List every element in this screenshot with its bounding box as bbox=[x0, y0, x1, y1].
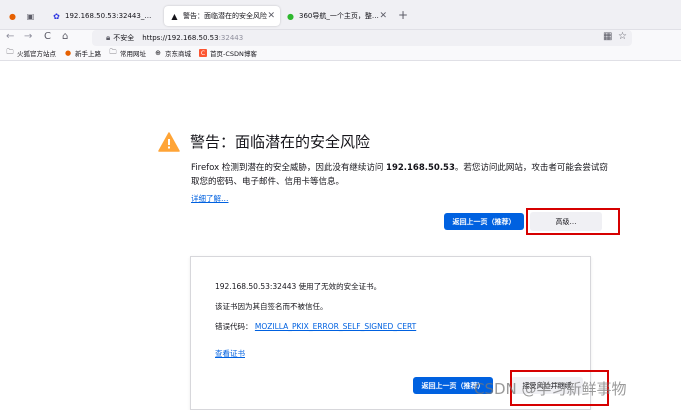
warning-icon: ▲ bbox=[171, 11, 178, 21]
back-button[interactable]: ← bbox=[6, 31, 14, 42]
tab-title: 192.168.50.53:32443_百度搜索 bbox=[65, 12, 158, 20]
error-code-link[interactable]: MOZILLA_PKIX_ERROR_SELF_SIGNED_CERT bbox=[255, 322, 416, 331]
firefox-view-icon: ● bbox=[9, 11, 16, 21]
bookmarks-toolbar: 🗀︎ 火狐官方站点 ● 新手上路 🗀︎ 常用网址 ⊕ 京东商城 C 首页-CSD… bbox=[0, 46, 681, 61]
bookmark-label: 新手上路 bbox=[75, 50, 101, 58]
firefox-icon: ● bbox=[64, 49, 72, 57]
tab-bar: ● ▣ ✿ 192.168.50.53:32443_百度搜索 ▲ 警告：面临潜在… bbox=[0, 0, 681, 30]
baidu-icon: ✿ bbox=[53, 11, 60, 21]
description-text: Firefox 检测到潜在的安全威胁，因此没有继续访问 bbox=[191, 163, 387, 173]
bookmark-item[interactable]: ⊕ 京东商城 bbox=[154, 48, 191, 58]
tab-360-nav[interactable]: ● 360导航_一个主页，整个世界 ✕ bbox=[280, 6, 392, 26]
url-bar[interactable]: 🔒︎ 不安全 https://192.168.50.53:32443 bbox=[92, 30, 632, 46]
csdn-icon: C bbox=[199, 49, 207, 57]
globe-icon: ⊕ bbox=[155, 49, 161, 57]
page-title: 警告：面临潜在的安全风险 bbox=[190, 133, 371, 151]
reload-button[interactable]: C bbox=[44, 31, 51, 42]
qr-code-icon[interactable]: ▦ bbox=[603, 31, 612, 42]
insecure-lock-icon[interactable]: 🔒︎ bbox=[106, 33, 110, 43]
360-icon: ● bbox=[287, 11, 294, 21]
cert-invalid-text: 192.168.50.53:32443 使用了无效的安全证书。 bbox=[215, 282, 382, 291]
bookmark-item[interactable]: 🗀︎ 火狐官方站点 bbox=[6, 47, 57, 59]
url-host: https://192.168.50.53 bbox=[142, 34, 219, 42]
watermark: CSDN @学习新鲜事物 bbox=[474, 380, 627, 398]
bookmark-label: 京东商城 bbox=[165, 50, 191, 58]
tab-security-warning[interactable]: ▲ 警告：面临潜在的安全风险 ✕ bbox=[164, 6, 280, 26]
bookmark-item[interactable]: C 首页-CSDN博客 bbox=[199, 48, 257, 58]
bookmark-label: 首页-CSDN博客 bbox=[210, 50, 257, 58]
learn-more-link[interactable]: 详细了解… bbox=[191, 193, 229, 204]
folder-icon: 🗀︎ bbox=[6, 47, 14, 56]
bookmark-label: 火狐官方站点 bbox=[17, 50, 56, 58]
description-host: 192.168.50.53 bbox=[386, 163, 455, 173]
bookmark-item[interactable]: ● 新手上路 bbox=[64, 48, 101, 58]
forward-button[interactable]: → bbox=[24, 31, 32, 42]
bookmark-label: 常用网址 bbox=[120, 50, 146, 58]
url-port: :32443 bbox=[218, 34, 244, 42]
close-icon[interactable]: ✕ bbox=[379, 11, 387, 21]
folder-icon: 🗀︎ bbox=[109, 47, 117, 56]
new-tab-button[interactable]: + bbox=[398, 8, 408, 22]
error-code-row: 错误代码： MOZILLA_PKIX_ERROR_SELF_SIGNED_CER… bbox=[215, 321, 416, 332]
firefox-view-tab[interactable]: ● bbox=[2, 6, 16, 26]
cert-self-signed-text: 该证书因为其自签名而不被信任。 bbox=[215, 302, 328, 311]
tab-title: 360导航_一个主页，整个世界 bbox=[299, 12, 383, 20]
bookmark-item[interactable]: 🗀︎ 常用网址 bbox=[109, 47, 147, 59]
bookmark-star-icon[interactable]: ☆ bbox=[618, 31, 627, 42]
tab-pinned-icon: ▣ bbox=[26, 11, 35, 21]
warning-triangle-icon bbox=[158, 132, 180, 152]
tab-pinned[interactable]: ▣ bbox=[20, 6, 42, 26]
go-back-button[interactable]: 返回上一页（推荐） bbox=[444, 213, 524, 230]
annotation-highlight-box bbox=[526, 208, 620, 235]
close-icon[interactable]: ✕ bbox=[267, 11, 275, 21]
error-code-label: 错误代码： bbox=[215, 322, 253, 331]
home-button[interactable]: ⌂ bbox=[62, 31, 68, 42]
tab-baidu-search[interactable]: ✿ 192.168.50.53:32443_百度搜索 bbox=[46, 6, 164, 26]
insecure-label: 不安全 bbox=[113, 34, 135, 42]
warning-description: Firefox 检测到潜在的安全威胁，因此没有继续访问 192.168.50.5… bbox=[191, 161, 611, 189]
tab-title: 警告：面临潜在的安全风险 bbox=[183, 12, 267, 20]
view-certificate-link[interactable]: 查看证书 bbox=[215, 348, 245, 359]
